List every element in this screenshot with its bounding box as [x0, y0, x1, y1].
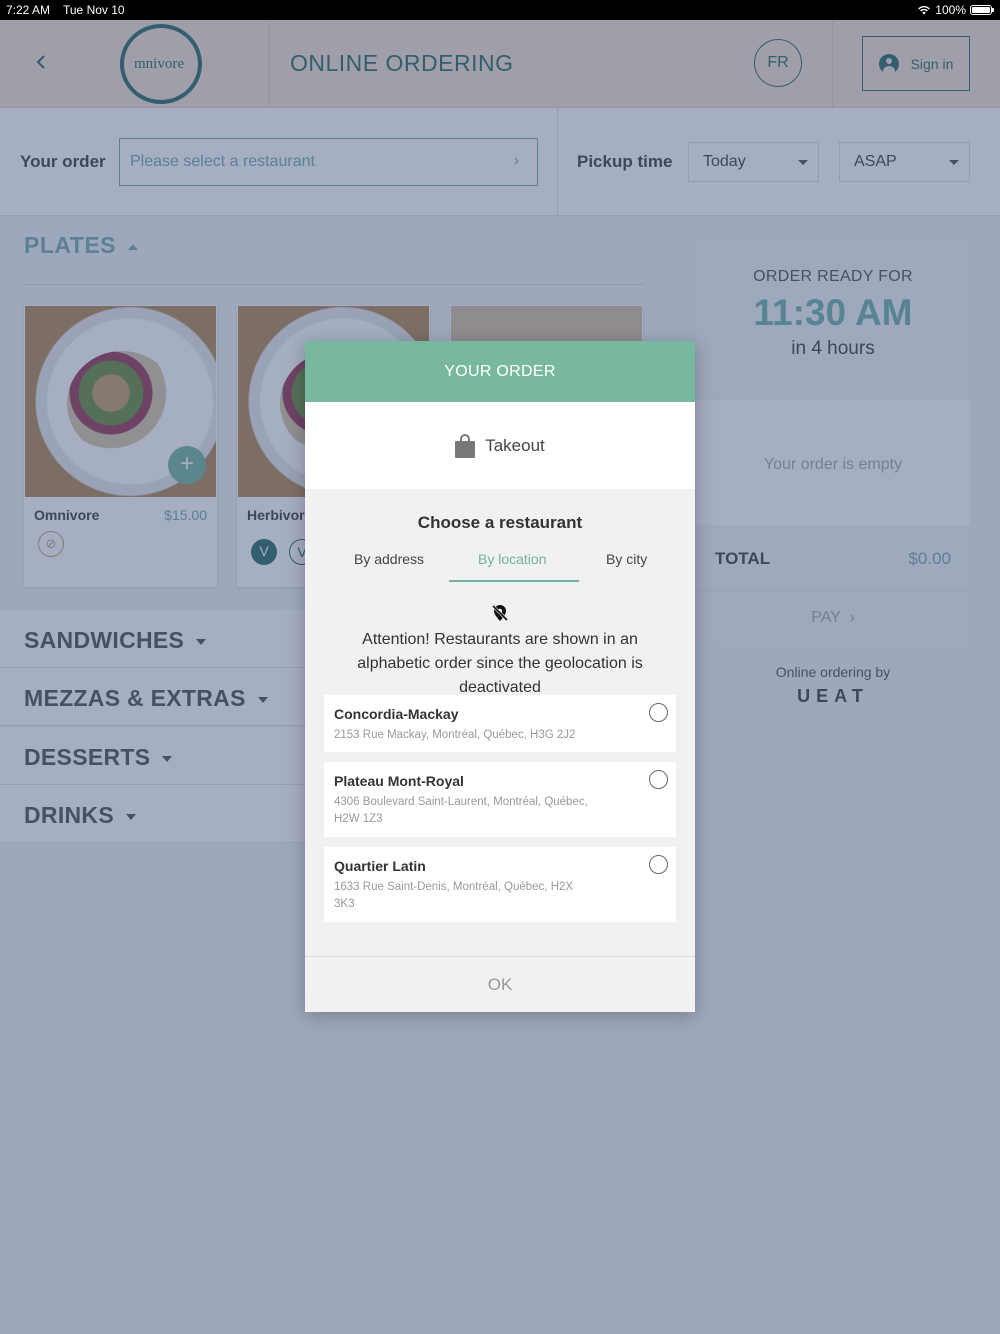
geolocation-warning: Attention! Restaurants are shown in an a…	[357, 631, 643, 696]
order-mode-label: Takeout	[485, 435, 545, 455]
status-right: 100%	[917, 3, 994, 17]
order-mode: Takeout	[305, 402, 695, 489]
tab-by-location[interactable]: By location	[478, 551, 546, 567]
search-tabs: By address By location By city	[305, 543, 695, 585]
active-tab-indicator	[449, 580, 579, 582]
restaurant-option[interactable]: Plateau Mont-Royal 4306 Boulevard Saint-…	[324, 762, 676, 837]
location-off-icon	[491, 604, 509, 622]
restaurant-option[interactable]: Concordia-Mackay 2153 Rue Mackay, Montré…	[324, 695, 676, 752]
restaurant-name: Plateau Mont-Royal	[334, 773, 464, 789]
status-date: Tue Nov 10	[63, 3, 125, 17]
battery-icon	[970, 5, 994, 15]
tab-by-city[interactable]: By city	[606, 551, 647, 567]
restaurant-address: 4306 Boulevard Saint-Laurent, Montréal, …	[334, 796, 588, 825]
restaurant-address: 1633 Rue Saint-Denis, Montréal, Québec, …	[334, 881, 574, 910]
ok-button[interactable]: OK	[305, 957, 695, 1012]
tab-by-address[interactable]: By address	[354, 551, 424, 567]
status-time: 7:22 AM	[6, 3, 51, 17]
radio-button[interactable]	[649, 770, 668, 789]
modal-title: YOUR ORDER	[305, 341, 695, 402]
restaurant-address: 2153 Rue Mackay, Montréal, Québec, H3G 2…	[334, 729, 576, 741]
restaurant-option[interactable]: Quartier Latin 1633 Rue Saint-Denis, Mon…	[324, 847, 676, 922]
restaurant-picker-modal: YOUR ORDER Takeout Choose a restaurant B…	[305, 341, 695, 1012]
restaurant-name: Quartier Latin	[334, 858, 426, 874]
shopping-bag-icon	[455, 433, 476, 458]
battery-percent: 100%	[935, 3, 966, 17]
restaurant-name: Concordia-Mackay	[334, 706, 459, 722]
radio-button[interactable]	[649, 855, 668, 874]
choose-restaurant-label: Choose a restaurant	[417, 513, 583, 532]
wifi-icon	[918, 5, 931, 15]
radio-button[interactable]	[649, 703, 668, 722]
status-bar: 7:22 AM Tue Nov 10 100%	[0, 0, 1000, 20]
